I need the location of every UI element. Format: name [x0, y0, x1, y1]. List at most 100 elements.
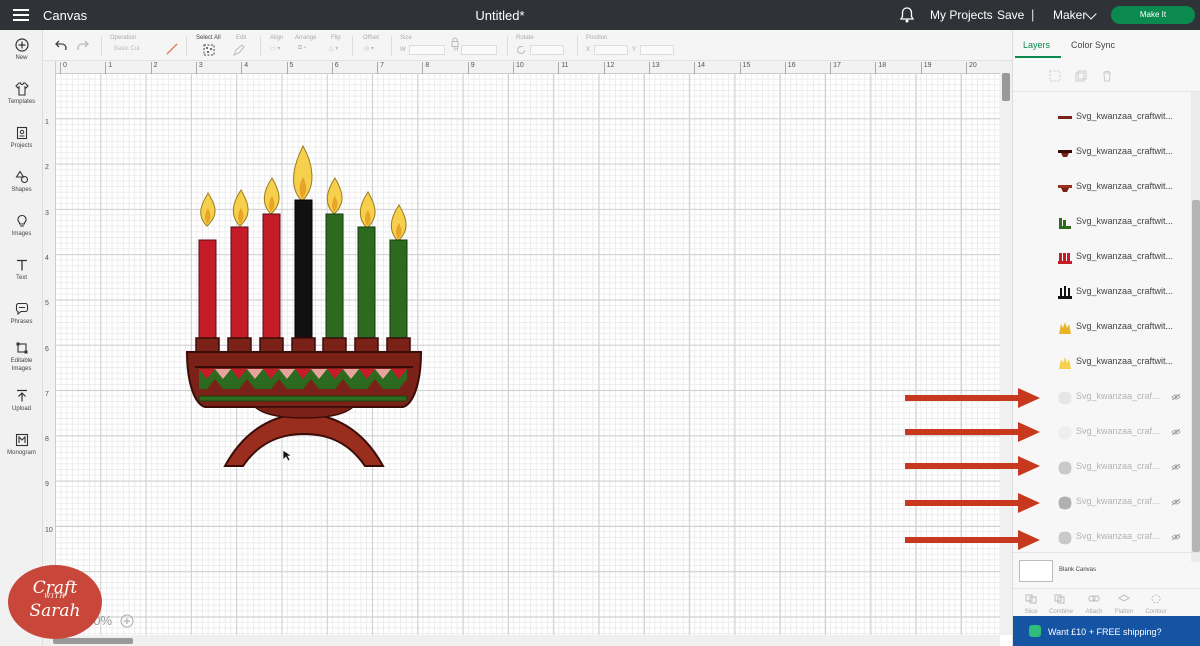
rotate-field[interactable] — [530, 45, 564, 55]
tab-color-sync[interactable]: Color Sync — [1071, 40, 1115, 50]
chevron-down-icon[interactable] — [1085, 8, 1097, 20]
layer-row[interactable]: Svg_kwanzaa_craftwit... — [1013, 100, 1191, 135]
group-icon[interactable] — [1049, 70, 1061, 82]
design-canvas[interactable] — [56, 74, 1000, 635]
trash-icon[interactable] — [1101, 70, 1113, 82]
flip-dropdown[interactable]: △ ▾ — [329, 45, 338, 52]
flatten-label: Flatten — [1114, 609, 1134, 615]
canvas-horizontal-scrollbar[interactable] — [43, 635, 1000, 646]
sidebar-item-images[interactable]: Images — [0, 214, 43, 238]
hidden-eye-icon[interactable] — [1171, 533, 1181, 541]
promo-banner[interactable]: Want £10 + FREE shipping? — [1013, 616, 1200, 646]
align-dropdown[interactable]: ▭ ▾ — [270, 45, 280, 52]
logo-line-3: Sarah — [29, 601, 81, 621]
sidebar-item-editable-images[interactable]: Editable Images — [0, 341, 43, 373]
hidden-eye-icon[interactable] — [1171, 428, 1181, 436]
hidden-eye-icon[interactable] — [1171, 393, 1181, 401]
lock-icon[interactable] — [451, 37, 459, 47]
candle-holders — [195, 337, 411, 354]
sidebar-item-label: Upload — [11, 406, 31, 412]
y-position-field[interactable] — [640, 45, 674, 55]
sidebar-item-monogram[interactable]: Monogram — [0, 433, 43, 457]
sidebar-item-phrases[interactable]: Phrases — [0, 302, 43, 326]
divider — [507, 36, 508, 56]
layer-name: Svg_kwanzaa_craf... — [1076, 496, 1160, 506]
sidebar-item-shapes[interactable]: Shapes — [0, 170, 43, 194]
tab-layers[interactable]: Layers — [1023, 40, 1050, 50]
my-projects-link[interactable]: My Projects — [930, 8, 993, 22]
layer-row[interactable]: Svg_kwanzaa_craftwit... — [1013, 205, 1191, 240]
sidebar-item-new[interactable]: New — [0, 38, 43, 62]
machine-selector[interactable]: Maker — [1053, 8, 1086, 22]
ruler-top-tick: 0 — [60, 62, 67, 74]
sidebar-item-upload[interactable]: Upload — [0, 389, 43, 413]
shapes-icon — [14, 170, 28, 184]
ruler-top-tick: 20 — [966, 62, 977, 74]
pen-line-icon[interactable] — [166, 43, 178, 55]
sidebar-item-label: Projects — [10, 143, 33, 149]
annotation-arrow — [905, 422, 1040, 442]
attach-button[interactable]: Attach — [1079, 591, 1109, 615]
duplicate-icon[interactable] — [1075, 70, 1087, 82]
gold-flames-icon — [1059, 322, 1071, 334]
layer-name: Svg_kwanzaa_craftwit... — [1076, 216, 1174, 226]
hidden-eye-icon[interactable] — [1171, 498, 1181, 506]
logo-line-2: WITH — [44, 593, 66, 600]
annotation-arrow — [905, 530, 1040, 550]
layer-name: Svg_kwanzaa_craf... — [1076, 531, 1160, 541]
offset-button[interactable]: ◎ ▾ — [364, 45, 374, 52]
ruler-top-tick: 8 — [422, 62, 429, 74]
red-candles-icon — [1058, 253, 1072, 264]
edit-label: Edit — [236, 35, 247, 41]
hidden-eye-icon[interactable] — [1171, 463, 1181, 471]
width-field[interactable] — [409, 45, 445, 55]
blank-canvas-row[interactable]: Blank Canvas — [1013, 552, 1200, 588]
layer-row[interactable]: Svg_kwanzaa_craftwit... — [1013, 135, 1191, 170]
contour-button[interactable]: Contour — [1141, 591, 1171, 615]
flip-label: Flip — [331, 35, 341, 41]
edit-toolbar: Operation Basic Cut Select All Edit Alig… — [43, 30, 1012, 61]
edit-pencil-icon[interactable] — [233, 44, 247, 56]
layer-name: Svg_kwanzaa_craftwit... — [1076, 321, 1174, 331]
make-it-button[interactable]: Make It — [1111, 6, 1195, 24]
annotation-arrow — [905, 456, 1040, 476]
operation-select[interactable]: Basic Cut — [114, 46, 140, 52]
layer-row[interactable]: Svg_kwanzaa_craftwit... — [1013, 275, 1191, 310]
layer-actions: Slice Combine Attach Flatten Contour — [1013, 588, 1200, 616]
layer-row[interactable]: Svg_kwanzaa_craftwit... — [1013, 240, 1191, 275]
upload-icon — [16, 389, 27, 402]
left-toolbar: New Templates Projects Shapes Images Tex… — [0, 30, 43, 646]
slice-label: Slice — [1024, 609, 1038, 615]
save-button[interactable]: Save — [997, 8, 1024, 22]
slice-button[interactable]: Slice — [1016, 591, 1046, 615]
height-field[interactable] — [461, 45, 497, 55]
arrange-dropdown[interactable]: ⧉ ▾ — [298, 45, 306, 52]
layer-name: Svg_kwanzaa_craftwit... — [1076, 251, 1174, 261]
annotation-arrow — [905, 388, 1040, 408]
select-all-icon[interactable] — [203, 44, 215, 56]
layers-scrollbar[interactable] — [1191, 92, 1200, 562]
ruler-top-tick: 3 — [195, 62, 203, 74]
ruler-top-tick: 10 — [513, 62, 524, 74]
undo-icon[interactable] — [55, 40, 67, 50]
divider — [186, 36, 187, 56]
redo-icon[interactable] — [77, 40, 89, 50]
layer-row[interactable]: Svg_kwanzaa_craftwit... — [1013, 310, 1191, 345]
sidebar-item-text[interactable]: Text — [0, 258, 43, 282]
size-label: Size — [400, 35, 412, 41]
bell-icon[interactable] — [900, 7, 914, 23]
select-all-label[interactable]: Select All — [196, 35, 221, 41]
zoom-in-icon[interactable] — [120, 614, 134, 628]
combine-label: Combine — [1048, 609, 1073, 615]
combine-button[interactable]: Combine — [1046, 591, 1076, 615]
x-position-field[interactable] — [594, 45, 628, 55]
sidebar-item-projects[interactable]: Projects — [0, 126, 43, 150]
blank-canvas-swatch[interactable] — [1019, 560, 1053, 582]
flatten-button[interactable]: Flatten — [1109, 591, 1139, 615]
document-title[interactable]: Untitled* — [0, 8, 1000, 23]
layer-row[interactable]: Svg_kwanzaa_craftwit... — [1013, 345, 1191, 380]
layer-row[interactable]: Svg_kwanzaa_craftwit... — [1013, 170, 1191, 205]
pos-x-label: X — [586, 47, 591, 53]
kwanzaa-kinara-artwork[interactable] — [185, 144, 423, 468]
sidebar-item-templates[interactable]: Templates — [0, 82, 43, 106]
